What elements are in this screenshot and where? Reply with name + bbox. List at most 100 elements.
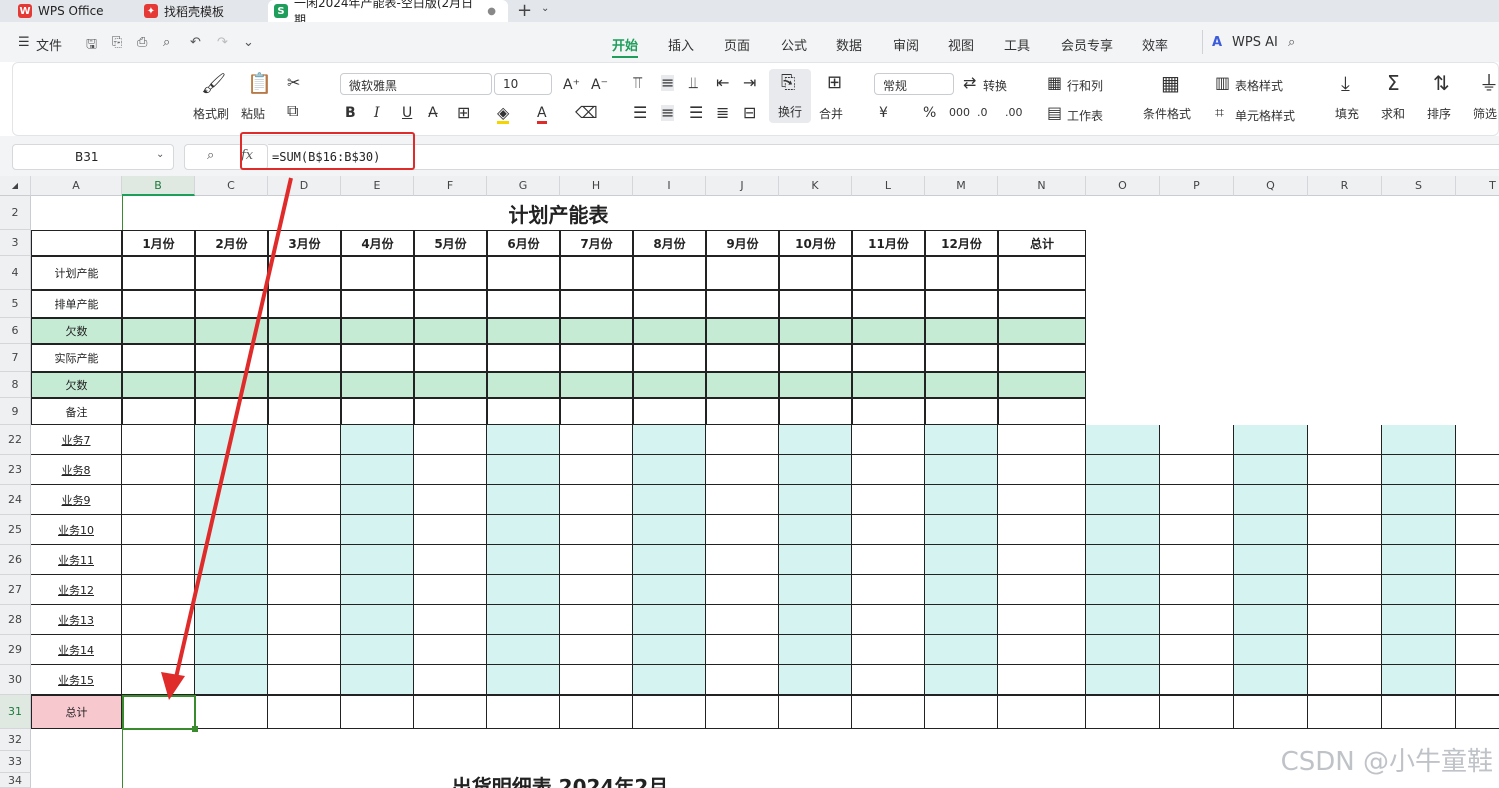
tab-wps-office[interactable]: W WPS Office <box>12 0 128 22</box>
task-label[interactable]: 业务7 <box>31 425 122 455</box>
task-cell[interactable] <box>122 515 195 545</box>
row-header-32[interactable]: 32 <box>0 729 31 751</box>
task-cell[interactable] <box>925 545 998 575</box>
task-cell[interactable] <box>268 605 341 635</box>
task-cell[interactable] <box>1382 605 1456 635</box>
total-cell[interactable] <box>706 695 779 729</box>
task-label[interactable]: 业务15 <box>31 665 122 695</box>
task-cell[interactable] <box>1160 545 1234 575</box>
task-cell[interactable] <box>1308 575 1382 605</box>
ribbon-tab-8[interactable]: 工具 <box>1004 35 1030 54</box>
total-cell[interactable] <box>268 695 341 729</box>
data-cell[interactable] <box>779 256 852 290</box>
task-cell[interactable] <box>414 605 487 635</box>
percent-button[interactable]: % <box>923 105 936 121</box>
row-header-27[interactable]: 27 <box>0 575 31 605</box>
row-header-22[interactable]: 22 <box>0 425 31 455</box>
data-cell[interactable] <box>195 372 268 398</box>
task-cell[interactable] <box>706 665 779 695</box>
worksheet-icon[interactable]: ▤ <box>1047 105 1062 121</box>
data-cell[interactable] <box>706 256 779 290</box>
data-cell[interactable] <box>268 318 341 344</box>
task-cell[interactable] <box>1382 515 1456 545</box>
row-header-33[interactable]: 33 <box>0 751 31 773</box>
task-cell[interactable] <box>1086 575 1160 605</box>
task-cell[interactable] <box>779 635 852 665</box>
data-cell[interactable] <box>414 256 487 290</box>
task-cell[interactable] <box>998 635 1086 665</box>
month-header[interactable]: 1月份 <box>122 230 195 256</box>
total-cell[interactable] <box>1456 695 1499 729</box>
task-cell[interactable] <box>195 425 268 455</box>
data-cell[interactable] <box>852 318 925 344</box>
task-cell[interactable] <box>122 665 195 695</box>
task-cell[interactable] <box>1456 455 1499 485</box>
task-cell[interactable] <box>925 485 998 515</box>
increase-font-icon[interactable]: A⁺ <box>563 77 580 93</box>
data-cell[interactable] <box>487 344 560 372</box>
data-cell[interactable] <box>706 318 779 344</box>
col-header-N[interactable]: N <box>998 176 1086 196</box>
data-cell[interactable] <box>706 372 779 398</box>
ribbon-tab-6[interactable]: 审阅 <box>893 35 919 54</box>
task-label[interactable]: 业务12 <box>31 575 122 605</box>
row-label[interactable]: 备注 <box>31 398 122 425</box>
row-header-25[interactable]: 25 <box>0 515 31 545</box>
task-cell[interactable] <box>341 545 414 575</box>
task-cell[interactable] <box>998 455 1086 485</box>
table-style-icon[interactable]: ▥ <box>1215 75 1230 91</box>
data-cell[interactable] <box>487 398 560 425</box>
task-cell[interactable] <box>1382 665 1456 695</box>
task-cell[interactable] <box>560 665 633 695</box>
distributed-align-icon[interactable]: ⊟ <box>743 105 756 121</box>
total-cell[interactable] <box>998 695 1086 729</box>
col-header-S[interactable]: S <box>1382 176 1456 196</box>
data-cell[interactable] <box>925 372 998 398</box>
row-label[interactable]: 排单产能 <box>31 290 122 318</box>
task-cell[interactable] <box>925 605 998 635</box>
task-cell[interactable] <box>1456 605 1499 635</box>
data-cell[interactable] <box>122 256 195 290</box>
data-cell[interactable] <box>122 318 195 344</box>
col-header-E[interactable]: E <box>341 176 414 196</box>
data-cell[interactable] <box>998 318 1086 344</box>
format-painter-icon[interactable]: 🖌 <box>201 73 226 93</box>
task-cell[interactable] <box>706 425 779 455</box>
month-header[interactable]: 11月份 <box>852 230 925 256</box>
wps-ai-icon[interactable]: A <box>1212 35 1222 50</box>
task-cell[interactable] <box>852 605 925 635</box>
task-cell[interactable] <box>1234 545 1308 575</box>
formula-input[interactable]: =SUM(B$16:B$30) <box>268 144 1499 170</box>
task-cell[interactable] <box>779 425 852 455</box>
data-cell[interactable] <box>925 318 998 344</box>
task-cell[interactable] <box>706 575 779 605</box>
cell-A3[interactable] <box>31 230 122 256</box>
task-cell[interactable] <box>487 455 560 485</box>
task-cell[interactable] <box>414 485 487 515</box>
data-cell[interactable] <box>998 256 1086 290</box>
task-cell[interactable] <box>487 575 560 605</box>
search-icon[interactable]: ⌕ <box>1288 35 1295 50</box>
task-cell[interactable] <box>122 575 195 605</box>
paste-button[interactable]: 粘贴 <box>241 105 265 122</box>
decrease-decimal-icon[interactable]: .00 <box>1005 105 1023 121</box>
number-format-select[interactable]: 常规 <box>874 73 954 95</box>
total-cell[interactable] <box>852 695 925 729</box>
task-cell[interactable] <box>1160 575 1234 605</box>
data-cell[interactable] <box>268 256 341 290</box>
task-cell[interactable] <box>341 515 414 545</box>
filter-icon[interactable]: ⏚ <box>1479 73 1499 93</box>
data-cell[interactable] <box>414 318 487 344</box>
task-cell[interactable] <box>1382 485 1456 515</box>
task-cell[interactable] <box>998 665 1086 695</box>
increase-decimal-icon[interactable]: .0 <box>977 105 988 121</box>
col-header-P[interactable]: P <box>1160 176 1234 196</box>
data-cell[interactable] <box>268 372 341 398</box>
task-cell[interactable] <box>268 635 341 665</box>
strikethrough-icon[interactable]: A̶ <box>428 105 438 121</box>
task-cell[interactable] <box>1456 545 1499 575</box>
task-cell[interactable] <box>633 485 706 515</box>
total-cell[interactable] <box>560 695 633 729</box>
month-header[interactable]: 5月份 <box>414 230 487 256</box>
select-all-corner[interactable]: ◢ <box>0 176 31 196</box>
